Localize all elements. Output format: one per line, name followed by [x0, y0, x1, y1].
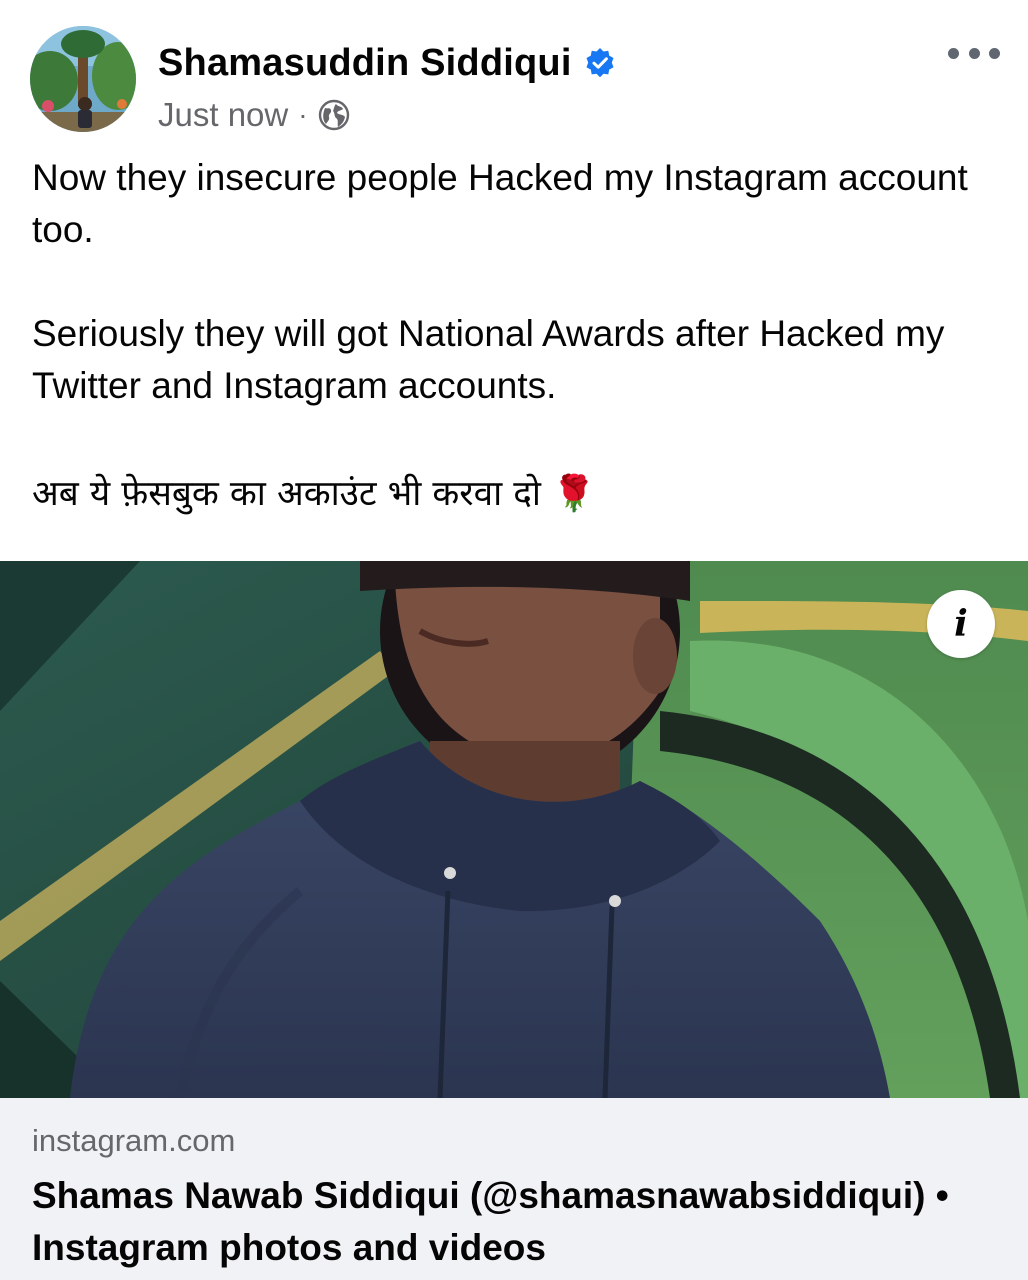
author-avatar[interactable] — [30, 26, 136, 132]
post-text: Now they insecure people Hacked my Insta… — [32, 152, 992, 520]
person-in-tent-photo — [0, 561, 1028, 1098]
author-row: Shamasuddin Siddiqui — [158, 40, 616, 86]
author-name[interactable]: Shamasuddin Siddiqui — [158, 42, 572, 85]
link-preview-caption[interactable]: instagram.com Shamas Nawab Siddiqui (@sh… — [0, 1098, 1028, 1280]
more-dot-icon — [989, 47, 1000, 59]
meta-separator: · — [298, 99, 308, 130]
post-paragraph: अब ये फ़ेसबुक का अकाउंट भी करवा दो 🌹 — [32, 474, 596, 514]
info-button[interactable]: i — [927, 590, 995, 658]
link-title: Shamas Nawab Siddiqui (@shamasnawabsiddi… — [32, 1175, 949, 1268]
post-timestamp[interactable]: Just now — [158, 96, 288, 134]
globe-icon[interactable] — [318, 99, 350, 131]
link-preview-image[interactable] — [0, 561, 1028, 1098]
post-header: Shamasuddin Siddiqui Just now · — [0, 0, 1028, 150]
link-domain: instagram.com — [32, 1123, 236, 1158]
info-icon: i — [954, 603, 968, 645]
more-options-button[interactable] — [948, 36, 1000, 70]
more-dot-icon — [948, 47, 959, 59]
verified-badge-icon — [584, 47, 616, 79]
post-paragraph: Now they insecure people Hacked my Insta… — [32, 157, 968, 250]
facebook-post: Shamasuddin Siddiqui Just now · Now they… — [0, 0, 1028, 1280]
more-dot-icon — [968, 47, 980, 59]
avatar-image — [30, 26, 136, 132]
post-meta: Just now · — [158, 94, 350, 136]
post-paragraph: Seriously they will got National Awards … — [32, 313, 945, 406]
